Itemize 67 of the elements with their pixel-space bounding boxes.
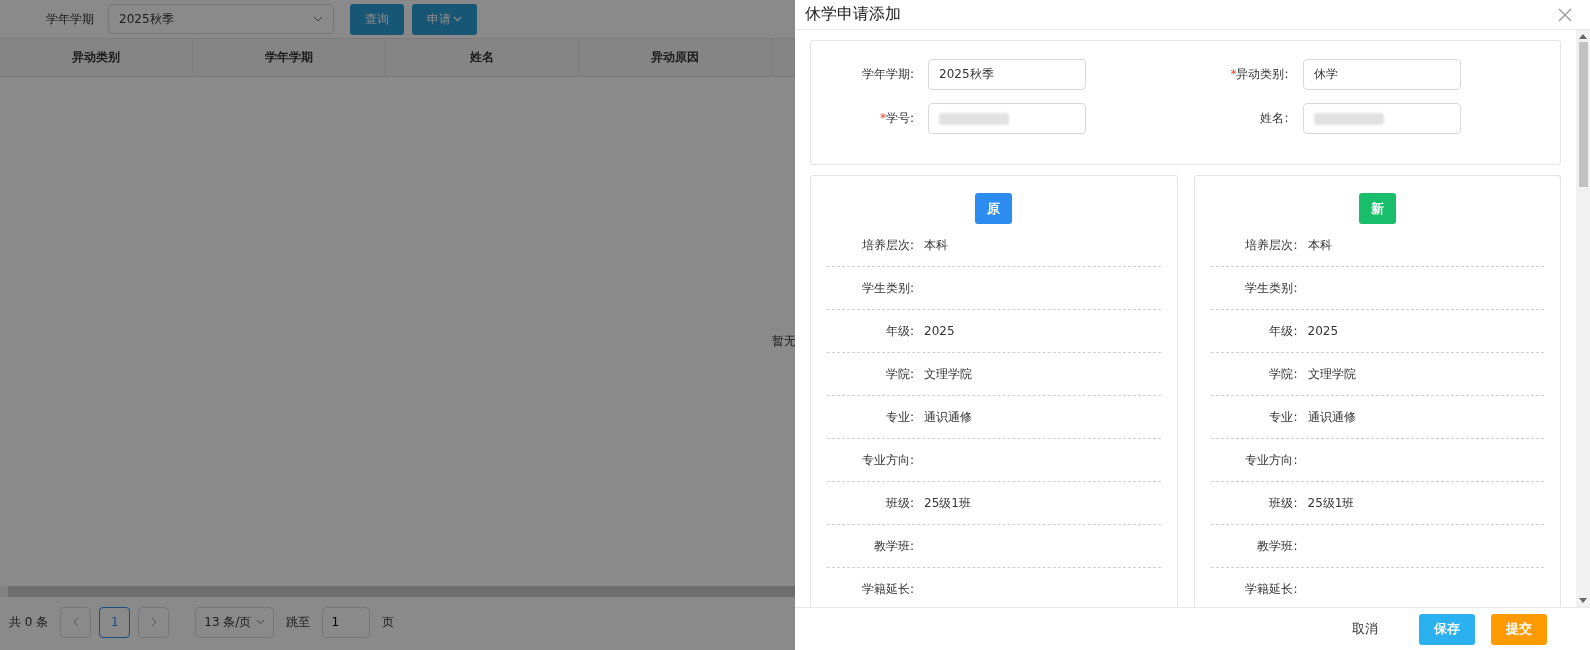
jump-field[interactable]: 1: [322, 606, 371, 638]
info-label: 教学班:: [872, 537, 915, 555]
field-label: *学号:: [878, 110, 915, 127]
jump-label: 跳至: [286, 613, 311, 631]
caret-icon: [453, 16, 462, 22]
info-label: 学籍延长:: [860, 580, 915, 598]
info-label: 专业:: [1268, 408, 1299, 426]
scroll-down-icon[interactable]: [1579, 598, 1587, 603]
info-label: 班级:: [884, 494, 915, 512]
info-label: 学籍延长:: [1244, 580, 1299, 598]
panel-badge: 新: [1358, 193, 1396, 224]
next-page-button[interactable]: [138, 606, 170, 638]
chevron-right-icon: [150, 617, 157, 627]
info-label: 教学班:: [1256, 537, 1299, 555]
info-label: 专业方向:: [860, 451, 915, 469]
filter-label: 学年学期: [46, 10, 94, 28]
field-label: *异动类别:: [1229, 66, 1290, 83]
field-label: 姓名:: [1259, 110, 1290, 127]
input-field[interactable]: [928, 103, 1086, 134]
info-label: 专业:: [884, 408, 915, 426]
field-label: 学年学期:: [860, 66, 915, 83]
info-value: 通识通修: [1307, 408, 1356, 426]
scrollbar-thumb[interactable]: [1578, 42, 1588, 187]
redacted-value: [939, 112, 1009, 125]
info-label: 学生类别:: [1244, 279, 1299, 297]
term-select[interactable]: 2025秋季: [108, 4, 334, 34]
info-value: 25级1班: [924, 494, 971, 512]
page-size-select[interactable]: 13 条/页: [195, 606, 275, 638]
info-value: 文理学院: [924, 365, 972, 383]
info-label: 学院:: [884, 365, 915, 383]
previous-page-button[interactable]: [60, 606, 92, 638]
column-header: 异动原因: [579, 39, 772, 76]
empty-text: 暂无: [772, 333, 795, 350]
total-count: 共 0 条: [9, 613, 49, 631]
input-field[interactable]: 休学: [1302, 59, 1461, 90]
info-label: 班级:: [1268, 494, 1299, 512]
info-label: 学生类别:: [860, 279, 915, 297]
vertical-scrollbar[interactable]: [1576, 30, 1590, 607]
info-label: 培养层次:: [860, 236, 915, 254]
column-header: 姓名: [386, 39, 579, 76]
info-label: 年级:: [1268, 322, 1299, 340]
chevron-left-icon: [72, 617, 79, 627]
info-value: 文理学院: [1307, 365, 1356, 383]
info-label: 年级:: [884, 322, 915, 340]
chevron-down-icon: [313, 16, 323, 22]
column-header: 异动类别: [0, 39, 193, 76]
input-field[interactable]: [1302, 103, 1461, 134]
scroll-up-icon[interactable]: [1579, 34, 1587, 39]
info-value: 通识通修: [924, 408, 972, 426]
info-value: 2025: [924, 324, 955, 338]
info-label: 学院:: [1268, 365, 1299, 383]
info-value: 本科: [1307, 236, 1332, 254]
panel-badge: 原: [975, 193, 1013, 224]
info-value: 25级1班: [1307, 494, 1355, 512]
chevron-down-icon: [256, 619, 266, 625]
info-label: 专业方向:: [1244, 451, 1299, 469]
info-value: 本科: [924, 236, 948, 254]
page-suffix: 页: [382, 613, 395, 631]
input-field[interactable]: 2025秋季: [928, 59, 1086, 90]
cancel-button[interactable]: 取消: [1337, 613, 1393, 645]
horizontal-scrollbar[interactable]: [0, 586, 795, 597]
drawer-title: 休学申请添加: [805, 4, 901, 25]
close-icon[interactable]: [1558, 7, 1572, 22]
redacted-value: [1313, 112, 1384, 125]
column-header: 学年学期: [193, 39, 386, 76]
info-value: 2025: [1307, 324, 1339, 338]
info-label: 培养层次:: [1244, 236, 1299, 254]
